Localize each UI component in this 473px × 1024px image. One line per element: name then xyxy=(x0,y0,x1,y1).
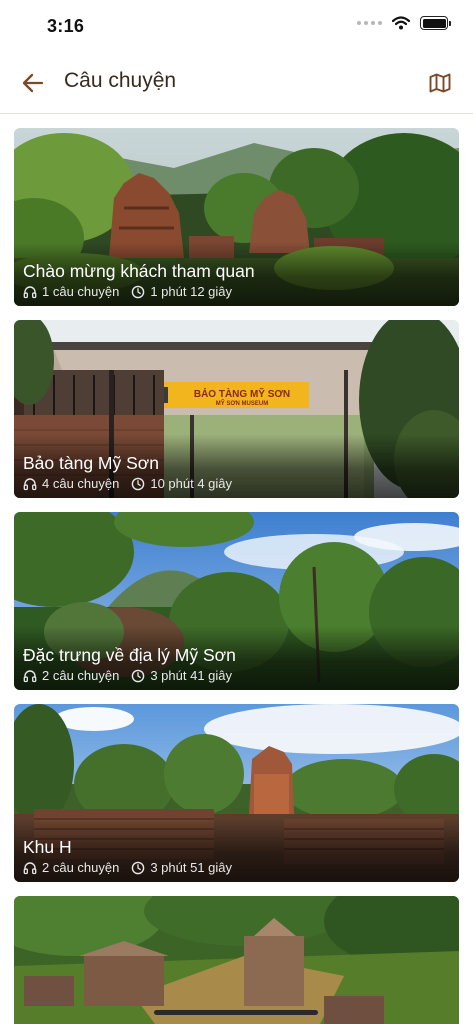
story-title: Bảo tàng Mỹ Sơn xyxy=(23,453,159,473)
story-count: 4 câu chuyện xyxy=(42,476,120,491)
story-card-partial[interactable] xyxy=(14,896,459,1024)
clock-icon xyxy=(131,669,145,683)
story-image xyxy=(14,896,459,1024)
story-meta: 2 câu chuyện 3 phút 51 giây xyxy=(23,860,232,875)
story-count: 2 câu chuyện xyxy=(42,860,120,875)
story-meta: 2 câu chuyện 3 phút 41 giây xyxy=(23,668,232,683)
home-indicator xyxy=(154,1010,318,1015)
arrow-left-icon xyxy=(22,73,44,93)
story-duration: 3 phút 41 giây xyxy=(150,668,233,683)
museum-sign-text: BẢO TÀNG MỸ SƠN xyxy=(194,387,290,400)
clock-icon xyxy=(131,861,145,875)
wifi-icon xyxy=(392,16,410,30)
story-count: 2 câu chuyện xyxy=(42,668,120,683)
headphones-icon xyxy=(23,285,37,299)
map-icon xyxy=(429,73,451,93)
status-bar: 3:16 xyxy=(0,0,473,52)
headphones-icon xyxy=(23,477,37,491)
story-duration: 10 phút 4 giây xyxy=(150,476,233,491)
back-button[interactable] xyxy=(14,64,52,102)
story-meta: 4 câu chuyện 10 phút 4 giây xyxy=(23,476,232,491)
story-title: Chào mừng khách tham quan xyxy=(23,261,255,281)
museum-sign-subtext: MỸ SƠN MUSEUM xyxy=(216,400,268,407)
clock-icon xyxy=(131,285,145,299)
page-title: Câu chuyện xyxy=(64,69,177,92)
story-duration: 1 phút 12 giây xyxy=(150,284,233,299)
story-duration: 3 phút 51 giây xyxy=(150,860,233,875)
story-card-my-son-museum[interactable]: BẢO TÀNG MỸ SƠN MỸ SƠN MUSEUM Bảo tàng M… xyxy=(14,320,459,498)
headphones-icon xyxy=(23,669,37,683)
status-time: 3:16 xyxy=(47,16,85,36)
story-title: Khu H xyxy=(23,837,72,857)
headphones-icon xyxy=(23,861,37,875)
battery-icon xyxy=(420,16,451,30)
story-list[interactable]: Chào mừng khách tham quan 1 câu chuyện 1… xyxy=(0,114,473,1024)
cellular-signal-icon xyxy=(357,21,382,25)
app-header: Câu chuyện xyxy=(0,52,473,114)
clock-icon xyxy=(131,477,145,491)
story-count: 1 câu chuyện xyxy=(42,284,120,299)
story-card-geography[interactable]: Đặc trưng về địa lý Mỹ Sơn 2 câu chuyện … xyxy=(14,512,459,690)
story-title: Đặc trưng về địa lý Mỹ Sơn xyxy=(23,645,236,665)
story-card-welcome[interactable]: Chào mừng khách tham quan 1 câu chuyện 1… xyxy=(14,128,459,306)
story-meta: 1 câu chuyện 1 phút 12 giây xyxy=(23,284,232,299)
status-icons xyxy=(357,16,451,30)
map-button[interactable] xyxy=(421,64,459,102)
story-card-zone-h[interactable]: Khu H 2 câu chuyện 3 phút 51 giây xyxy=(14,704,459,882)
